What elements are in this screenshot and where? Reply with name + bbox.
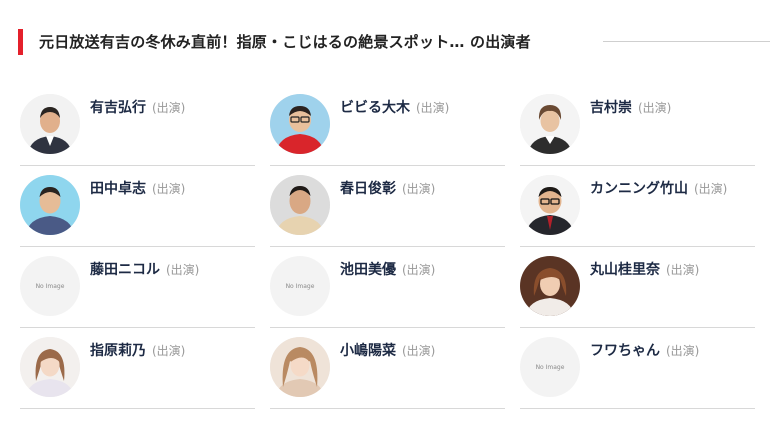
- section-title: 元日放送有吉の冬休み直前！指原・こじはるの絶景スポット… の出演者: [39, 33, 531, 51]
- cast-role: (出演): [402, 182, 436, 196]
- cast-text: 吉村崇 (出演): [590, 97, 671, 117]
- cast-role: (出演): [694, 182, 728, 196]
- cast-name[interactable]: 小嶋陽菜: [340, 343, 396, 359]
- cast-name[interactable]: 池田美優: [340, 262, 396, 278]
- no-image-placeholder[interactable]: No Image: [520, 337, 580, 397]
- cast-name[interactable]: ビビる大木: [340, 100, 410, 116]
- cast-avatar[interactable]: [270, 337, 330, 397]
- cast-role: (出演): [166, 263, 200, 277]
- cast-item-fuwa-chan[interactable]: No Image フワちゃん (出演): [520, 328, 755, 409]
- cast-item-kasuga[interactable]: 春日俊彰 (出演): [270, 166, 505, 247]
- cast-role: (出演): [416, 101, 450, 115]
- cast-text: 丸山桂里奈 (出演): [590, 259, 699, 279]
- cast-avatar[interactable]: [270, 175, 330, 235]
- cast-name[interactable]: 藤田ニコル: [90, 262, 160, 278]
- cast-name[interactable]: 吉村崇: [590, 100, 632, 116]
- cast-item-fujita[interactable]: No Image 藤田ニコル (出演): [20, 247, 255, 328]
- cast-avatar[interactable]: [270, 94, 330, 154]
- cast-item-ikeda[interactable]: No Image 池田美優 (出演): [270, 247, 505, 328]
- no-image-label: No Image: [35, 282, 65, 290]
- cast-role: (出演): [152, 344, 186, 358]
- no-image-label: No Image: [535, 363, 565, 371]
- cast-avatar[interactable]: [20, 94, 80, 154]
- cast-text: 藤田ニコル (出演): [90, 259, 199, 279]
- cast-role: (出演): [638, 101, 672, 115]
- cast-avatar[interactable]: [20, 337, 80, 397]
- cast-name[interactable]: 春日俊彰: [340, 181, 396, 197]
- cast-text: ビビる大木 (出演): [340, 97, 449, 117]
- cast-text: 有吉弘行 (出演): [90, 97, 185, 117]
- header-divider: [603, 41, 770, 42]
- cast-role: (出演): [402, 263, 436, 277]
- cast-text: フワちゃん (出演): [590, 340, 699, 360]
- cast-name[interactable]: フワちゃん: [590, 343, 660, 359]
- cast-text: カンニング竹山 (出演): [590, 178, 727, 198]
- cast-avatar[interactable]: [20, 175, 80, 235]
- cast-role: (出演): [152, 101, 186, 115]
- cast-item-biburu-oki[interactable]: ビビる大木 (出演): [270, 85, 505, 166]
- cast-name[interactable]: 丸山桂里奈: [590, 262, 660, 278]
- no-image-label: No Image: [285, 282, 315, 290]
- cast-role: (出演): [666, 344, 700, 358]
- cast-name[interactable]: 田中卓志: [90, 181, 146, 197]
- cast-text: 小嶋陽菜 (出演): [340, 340, 435, 360]
- cast-role: (出演): [152, 182, 186, 196]
- cast-name[interactable]: 指原莉乃: [90, 343, 146, 359]
- cast-avatar[interactable]: [520, 94, 580, 154]
- cast-name[interactable]: カンニング竹山: [590, 181, 688, 197]
- cast-role: (出演): [666, 263, 700, 277]
- cast-name[interactable]: 有吉弘行: [90, 100, 146, 116]
- cast-item-yoshimura[interactable]: 吉村崇 (出演): [520, 85, 755, 166]
- cast-item-takeyama[interactable]: カンニング竹山 (出演): [520, 166, 755, 247]
- cast-text: 田中卓志 (出演): [90, 178, 185, 198]
- section-header: 元日放送有吉の冬休み直前！指原・こじはるの絶景スポット… の出演者: [18, 27, 770, 57]
- cast-role: (出演): [402, 344, 436, 358]
- cast-item-sashihara[interactable]: 指原莉乃 (出演): [20, 328, 255, 409]
- cast-avatar[interactable]: [520, 256, 580, 316]
- cast-text: 春日俊彰 (出演): [340, 178, 435, 198]
- cast-text: 指原莉乃 (出演): [90, 340, 185, 360]
- no-image-placeholder[interactable]: No Image: [270, 256, 330, 316]
- cast-item-maruyama[interactable]: 丸山桂里奈 (出演): [520, 247, 755, 328]
- accent-bar: [18, 29, 23, 55]
- cast-text: 池田美優 (出演): [340, 259, 435, 279]
- cast-item-tanaka[interactable]: 田中卓志 (出演): [20, 166, 255, 247]
- cast-avatar[interactable]: [520, 175, 580, 235]
- cast-item-kojima[interactable]: 小嶋陽菜 (出演): [270, 328, 505, 409]
- no-image-placeholder[interactable]: No Image: [20, 256, 80, 316]
- cast-item-ariyoshi[interactable]: 有吉弘行 (出演): [20, 85, 255, 166]
